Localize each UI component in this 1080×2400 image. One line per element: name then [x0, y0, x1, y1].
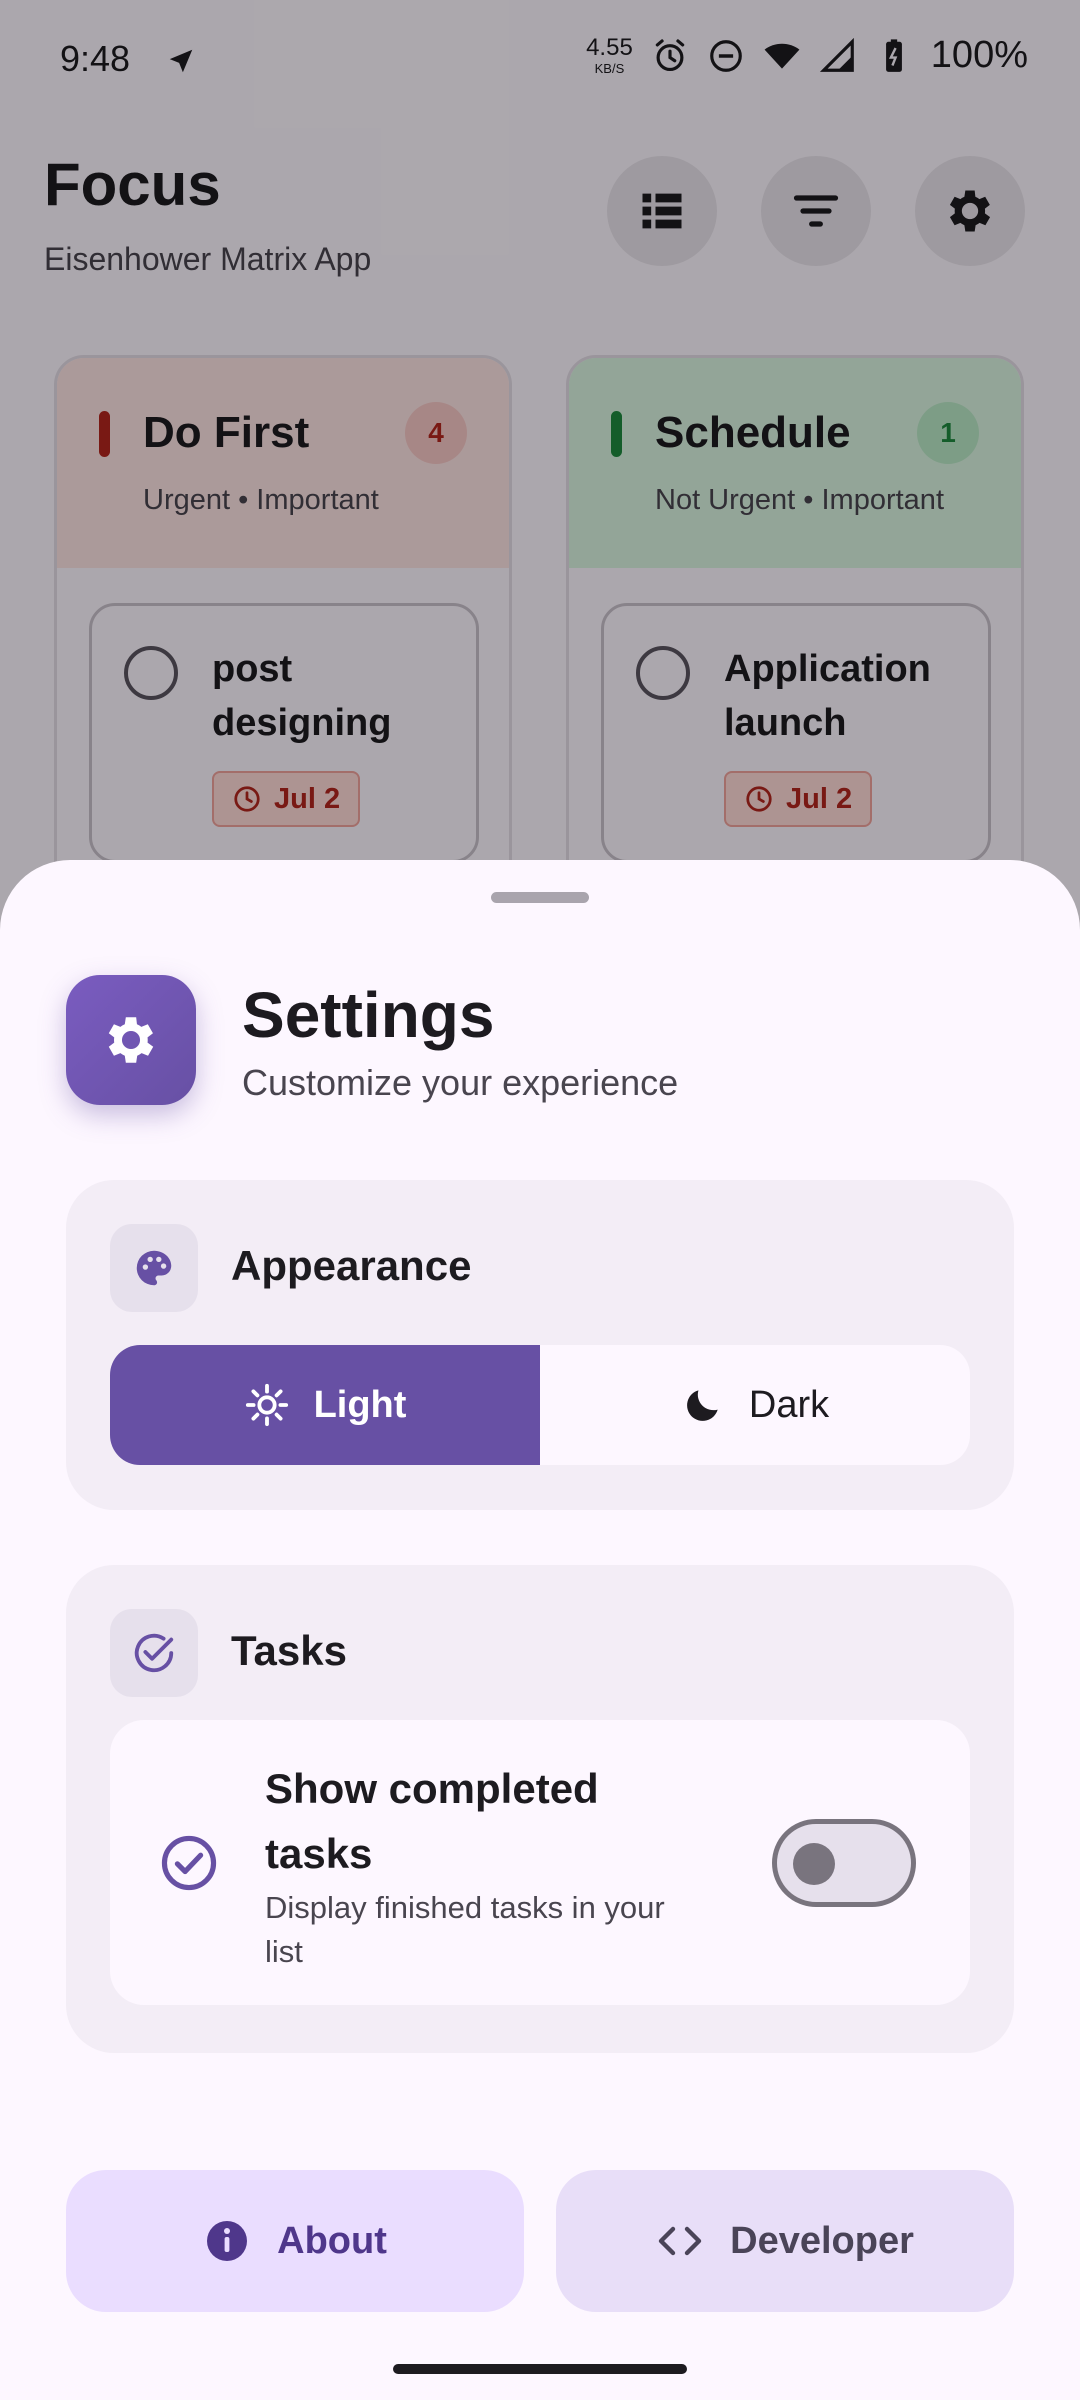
settings-bottom-sheet: Settings Customize your experience Appea…: [0, 860, 1080, 2400]
settings-icon: [108, 1017, 154, 1063]
sheet-title: Settings: [242, 979, 495, 1051]
moon-icon: [686, 1390, 718, 1421]
theme-segmented-control: Light Dark: [110, 1345, 970, 1465]
light-theme-label: Light: [313, 1383, 407, 1426]
appearance-card: Appearance Light Dark: [66, 1180, 1014, 1510]
check-circle-icon: [161, 1835, 217, 1891]
sun-icon: [245, 1383, 288, 1427]
tasks-card: Tasks Show completed tasks Display finis…: [66, 1565, 1014, 2053]
settings-header-icon-box: [66, 975, 196, 1105]
developer-button[interactable]: Developer: [556, 2170, 1014, 2312]
tasks-title: Tasks: [231, 1627, 347, 1674]
show-completed-description: Display finished tasks in your list: [265, 1890, 665, 1969]
drag-handle[interactable]: [491, 892, 589, 903]
code-icon: [658, 2226, 702, 2256]
about-button[interactable]: About: [66, 2170, 524, 2312]
show-completed-title: Show completed tasks: [265, 1765, 599, 1877]
show-completed-toggle[interactable]: [772, 1819, 916, 1907]
show-completed-option[interactable]: Show completed tasks Display finished ta…: [110, 1720, 970, 2005]
check-circle-icon: [134, 1633, 174, 1673]
about-label: About: [277, 2219, 387, 2262]
light-theme-button[interactable]: Light: [110, 1345, 540, 1465]
home-indicator[interactable]: [393, 2364, 687, 2374]
dark-theme-label: Dark: [748, 1383, 830, 1426]
palette-icon-box: [110, 1224, 198, 1312]
sheet-subtitle: Customize your experience: [242, 1062, 679, 1103]
toggle-knob: [793, 1843, 835, 1885]
dark-theme-button[interactable]: Dark: [540, 1345, 970, 1465]
developer-label: Developer: [730, 2219, 914, 2262]
appearance-title: Appearance: [231, 1242, 472, 1289]
info-icon: [207, 2221, 248, 2261]
palette-icon: [136, 1250, 172, 1286]
check-icon-box: [110, 1609, 198, 1697]
